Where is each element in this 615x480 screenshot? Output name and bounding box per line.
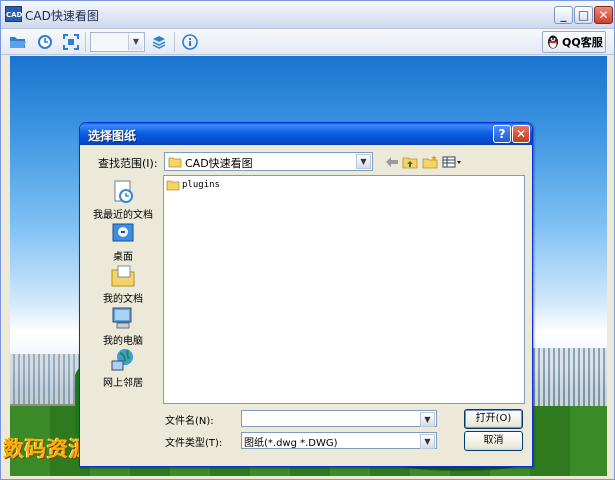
cancel-button[interactable]: 取消 [464,431,523,451]
main-titlebar[interactable]: CAD CAD快速看图 _ □ ✕ [1,1,614,29]
toolbar-separator [174,32,175,52]
place-desktop[interactable]: 桌面 [88,221,158,263]
main-window: CAD CAD快速看图 _ □ ✕ ▼ QQ客服 数码资源 选择图纸 ? ✕ 查… [0,0,615,480]
place-label: 桌面 [113,252,133,263]
qq-penguin-icon [548,35,558,49]
view-menu-icon [442,156,461,168]
dialog-title: 选择图纸 [88,129,137,143]
look-in-value: CAD快速看图 [185,157,253,170]
qq-service-button[interactable]: QQ客服 [542,31,606,53]
history-button[interactable] [34,31,56,53]
folder-icon [166,180,180,191]
view-menu-button[interactable] [441,153,463,171]
toolbar: ▼ QQ客服 [1,29,614,55]
history-clock-icon [38,35,52,49]
file-name-field[interactable]: ▼ [241,410,437,427]
fit-view-icon [63,34,79,50]
layers-button[interactable] [148,31,170,53]
zoom-select[interactable]: ▼ [90,32,145,52]
place-label: 我的文档 [103,294,143,305]
open-folder-button[interactable] [7,31,29,53]
close-button[interactable]: ✕ [594,6,613,24]
layers-icon [152,36,166,49]
dialog-titlebar[interactable]: 选择图纸 ? ✕ [80,123,532,145]
look-in-label: 查找范围(I): [98,157,158,170]
network-places-icon [111,349,133,371]
chevron-down-icon[interactable]: ▼ [420,434,435,449]
maximize-button[interactable]: □ [574,6,593,24]
place-my-computer[interactable]: 我的电脑 [88,305,158,347]
toolbar-separator [85,32,86,52]
app-title: CAD快速看图 [25,9,99,23]
list-item[interactable]: plugins [166,179,220,191]
place-label: 我最近的文档 [93,210,153,221]
place-my-documents[interactable]: 我的文档 [88,263,158,305]
folder-icon [168,157,182,168]
qq-service-label: QQ客服 [562,36,603,49]
fit-view-button[interactable] [60,31,82,53]
my-computer-icon [112,307,132,329]
file-name: plugins [182,180,220,190]
desktop-icon [112,223,134,242]
new-folder-icon [422,155,438,169]
my-documents-icon [111,265,135,287]
new-folder-button[interactable] [421,153,439,171]
background-stadium-right [530,348,607,406]
place-recent-documents[interactable]: 我最近的文档 [88,179,158,221]
file-type-value: 图纸(*.dwg *.DWG) [244,438,338,449]
file-type-label: 文件类型(T): [165,438,223,449]
place-label: 我的电脑 [103,336,143,347]
select-drawing-dialog: 选择图纸 ? ✕ 查找范围(I): CAD快速看图 ▼ 我最近的文档 桌面 我的… [79,122,533,467]
place-label: 网上邻居 [103,378,143,389]
chevron-down-icon[interactable]: ▼ [128,34,143,50]
back-arrow-icon [386,157,398,167]
recent-documents-icon [114,180,133,203]
about-button[interactable] [179,31,201,53]
place-network[interactable]: 网上邻居 [88,347,158,389]
open-folder-icon [10,37,26,48]
chevron-down-icon[interactable]: ▼ [356,154,371,169]
up-folder-button[interactable] [401,153,419,171]
up-folder-icon [402,157,418,169]
info-icon [182,34,198,50]
chevron-down-icon[interactable]: ▼ [420,412,435,427]
places-bar: 我最近的文档 桌面 我的文档 我的电脑 网上邻居 [88,175,158,397]
look-in-select[interactable]: CAD快速看图 ▼ [164,152,373,171]
minimize-button[interactable]: _ [554,6,573,24]
back-button[interactable] [383,153,401,171]
file-list[interactable]: plugins [163,175,525,404]
dialog-close-button[interactable]: ✕ [512,125,530,143]
open-button[interactable]: 打开(O) [464,409,523,429]
help-button[interactable]: ? [493,125,511,143]
file-name-label: 文件名(N): [165,416,214,427]
file-type-select[interactable]: 图纸(*.dwg *.DWG) ▼ [241,432,437,449]
app-logo-icon: CAD [5,6,22,22]
